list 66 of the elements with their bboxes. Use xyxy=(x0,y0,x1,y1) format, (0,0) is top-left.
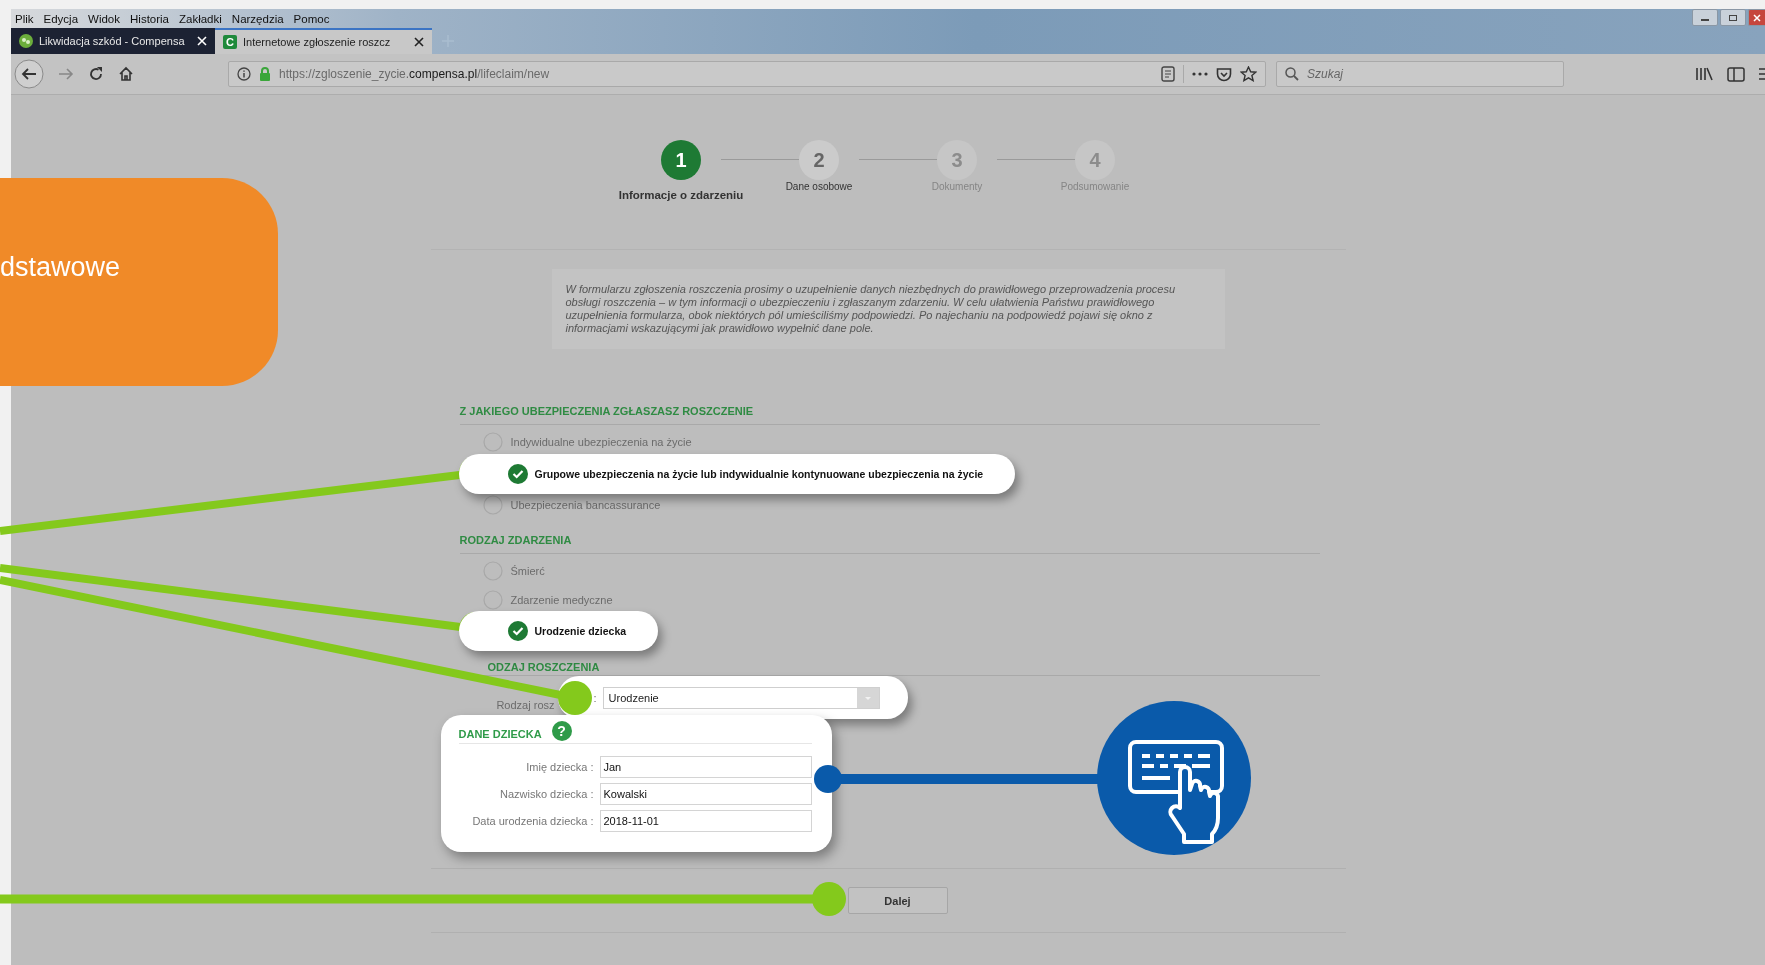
step-number: 3 xyxy=(937,140,977,180)
site-icon: C xyxy=(223,35,237,49)
step-label: Informacje o zdarzeniu xyxy=(618,189,744,201)
caret-icon xyxy=(856,687,879,708)
radio-option[interactable]: Grupowe ubezpieczenia na życie lub indywidualnie kontynuowane ubezpieczenia na życie xyxy=(458,453,1016,494)
field-label: Nazwisko dziecka : xyxy=(498,787,594,800)
menu-item[interactable]: Historia xyxy=(130,12,169,25)
home-icon[interactable] xyxy=(118,66,134,82)
step-label: Dane osobowe xyxy=(785,181,853,192)
lock-icon xyxy=(259,67,271,81)
sidebar-icon[interactable] xyxy=(1727,66,1745,82)
back-icon[interactable] xyxy=(14,59,44,89)
menu-item[interactable]: Widok xyxy=(88,12,120,25)
browser-tab[interactable]: C Internetowe zgłoszenie roszcz xyxy=(215,28,432,54)
step-label: Podsumowanie xyxy=(1060,181,1130,192)
browser-tab[interactable]: Likwidacja szkód - Compensa xyxy=(11,28,215,54)
close-icon[interactable] xyxy=(414,37,424,47)
library-icon[interactable] xyxy=(1695,67,1713,81)
menu-item[interactable]: Edycja xyxy=(43,12,79,25)
minimize-button[interactable] xyxy=(1692,9,1718,26)
menu-item[interactable]: Plik xyxy=(15,12,34,25)
check-icon xyxy=(507,463,528,484)
menu-icon[interactable] xyxy=(1759,67,1765,81)
radio-option[interactable]: Urodzenie dziecka xyxy=(458,611,659,651)
url-text: https://zgloszenie_zycie.compensa.pl/lifeclaim/new xyxy=(279,67,550,81)
input-field[interactable]: Kowalski xyxy=(599,782,812,805)
step-number: 4 xyxy=(1075,140,1115,180)
search-field[interactable]: Szukaj xyxy=(1276,61,1564,87)
step-number: 1 xyxy=(661,140,701,180)
maximize-button[interactable] xyxy=(1720,9,1746,26)
reader-icon[interactable] xyxy=(1161,66,1175,82)
close-icon xyxy=(1752,13,1762,22)
pocket-icon[interactable] xyxy=(1216,66,1232,82)
step-number: 2 xyxy=(799,140,839,180)
tab-title: Likwidacja szkód - Compensa xyxy=(39,35,186,47)
star-icon[interactable] xyxy=(1240,66,1257,82)
input-field[interactable]: 2018-11-01 xyxy=(599,809,812,832)
radio-circle xyxy=(482,495,503,515)
site-icon xyxy=(19,34,33,48)
check-icon xyxy=(507,621,528,641)
next-button[interactable]: Dalej xyxy=(847,887,948,914)
banner-text: dstawowe xyxy=(0,252,121,283)
close-button[interactable] xyxy=(1748,9,1765,26)
dropdown-field[interactable]: Urodzenie xyxy=(602,686,880,709)
more-icon[interactable] xyxy=(1192,72,1208,76)
field-label: Rodzaj rosz xyxy=(495,699,555,712)
section-heading: Z JAKIEGO UBEZPIECZENIA ZGŁASZASZ ROSZCZENIE xyxy=(459,404,1320,425)
section-heading: RODZAJ ZDARZENIA xyxy=(459,532,1320,554)
menu-item[interactable]: Pomoc xyxy=(293,12,330,25)
search-icon xyxy=(1285,67,1299,81)
menu-item[interactable]: Zakładki xyxy=(179,12,222,25)
intro-text: W formularzu zgłoszenia roszczenia prosimy o uzupełnienie danych niezbędnych do prawidłowego przeprowadzenia procesu obsługi roszczenia – w tym informacji o ubezpieczeniu i zgłaszanym zdarzeniu. W celu ułatwienia Państwu prawidłowego uzupełnienia formularza, obok niektórych pól umieściliśmy podpowiedzi. Po najechaniu na podpowiedź pojawi się okno z informacjami wskazującymi jak prawidłowo wypełnić dane pole. xyxy=(551,269,1225,349)
field-label: Data urodzenia dziecka : xyxy=(471,814,594,827)
help-icon[interactable]: ? xyxy=(551,720,572,741)
radio-circle xyxy=(482,589,503,610)
maximize-icon xyxy=(1728,13,1738,22)
address-bar[interactable]: https://zgloszenie_zycie.compensa.pl/lifeclaim/new xyxy=(228,61,1266,87)
info-icon[interactable] xyxy=(237,67,251,81)
keyboard-icon xyxy=(1097,701,1251,855)
reload-icon[interactable] xyxy=(88,66,104,82)
tab-title: Internetowe zgłoszenie roszcz xyxy=(243,36,392,48)
field-label: : xyxy=(593,691,597,704)
field-label: Imię dziecka : xyxy=(525,760,594,773)
input-field[interactable]: Jan xyxy=(599,755,812,778)
section-heading: DANE DZIECKA xyxy=(458,727,542,742)
menu-item[interactable]: Narzędzia xyxy=(231,12,284,25)
